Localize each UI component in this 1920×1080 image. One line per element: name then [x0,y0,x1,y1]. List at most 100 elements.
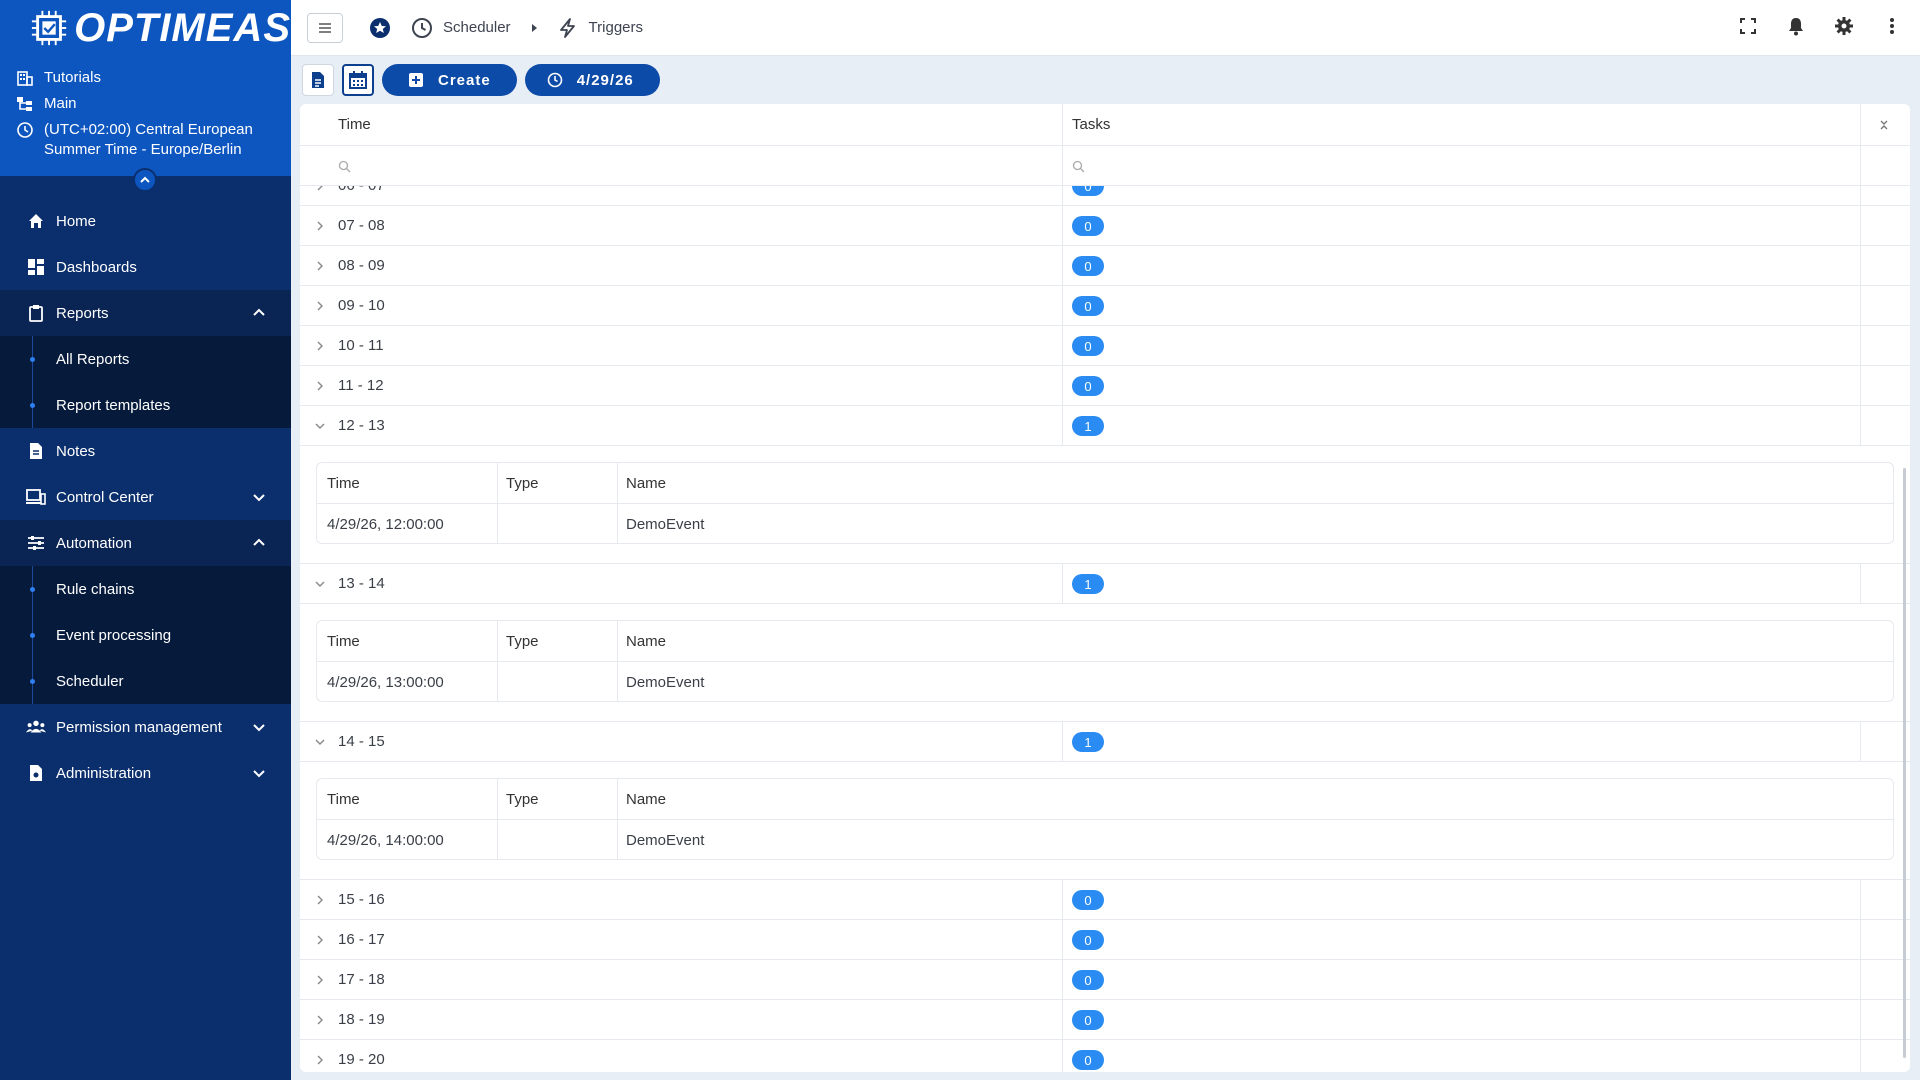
list-view-button[interactable] [302,64,334,96]
detail-name: DemoEvent [626,516,705,533]
column-divider [617,820,618,860]
sidebar-item-notes[interactable]: Notes [0,428,291,474]
sliders-icon [26,533,46,553]
task-count-badge: 0 [1072,1010,1104,1030]
favorite-button[interactable] [369,17,391,39]
table-row[interactable]: 13 - 14 1 [300,564,1910,604]
chevron-down-icon[interactable] [312,576,328,592]
sidebar-item-label: Automation [56,534,132,552]
chevron-right-icon[interactable] [312,338,328,354]
chevron-right-icon[interactable] [312,218,328,234]
sidebar-item-administration[interactable]: Administration [0,750,291,796]
column-divider [497,504,498,544]
detail-header: Time Type Name [317,463,1893,504]
table-row[interactable]: 12 - 13 1 [300,406,1910,446]
table-row[interactable]: 11 - 12 0 [300,366,1910,406]
sidebar-item-label: Rule chains [56,580,135,598]
chevron-down-icon[interactable] [312,734,328,750]
column-divider [617,779,618,819]
breadcrumb-scheduler[interactable]: Scheduler [411,17,511,39]
column-divider [497,820,498,860]
table-row[interactable]: 10 - 11 0 [300,326,1910,366]
column-divider [1062,326,1063,365]
chevron-right-icon[interactable] [312,972,328,988]
chevron-right-icon[interactable] [312,298,328,314]
table-row[interactable]: 19 - 20 0 [300,1040,1910,1072]
search-icon [1072,160,1085,173]
collapse-header-button[interactable] [133,168,157,192]
logo-text: OPTIMEAS [74,5,291,50]
tutorials-link[interactable]: Tutorials [0,68,291,88]
chevron-right-icon[interactable] [312,258,328,274]
main-link[interactable]: Main [0,94,291,114]
date-picker-button[interactable]: 4/29/26 [524,64,660,96]
logo[interactable]: OPTIMEAS [0,0,291,56]
detail-table: Time Type Name 4/29/26, 14:00:00 DemoEvent [316,778,1894,860]
detail-row[interactable]: 4/29/26, 13:00:00 DemoEvent [317,662,1893,702]
table-row[interactable]: 07 - 08 0 [300,206,1910,246]
time-range-label: 14 - 15 [338,733,385,750]
chevron-down-icon[interactable] [312,418,328,434]
sidebar-item-label: Report templates [56,396,171,414]
sidebar-item-all-reports[interactable]: All Reports [0,336,291,382]
table-row[interactable]: 14 - 15 1 [300,722,1910,762]
calendar-view-button[interactable] [342,64,374,96]
table-row[interactable]: 17 - 18 0 [300,960,1910,1000]
chevron-right-icon[interactable] [312,1052,328,1068]
column-divider [1062,1040,1063,1072]
sidebar-item-automation[interactable]: Automation [0,520,291,566]
admin-document-icon [26,763,46,783]
sidebar-item-label: Control Center [56,488,154,506]
column-divider [1860,564,1861,603]
sidebar-item-dashboards[interactable]: Dashboards [0,244,291,290]
chevron-right-icon[interactable] [312,186,328,194]
bell-icon [1789,18,1803,36]
sidebar-item-label: All Reports [56,350,130,368]
breadcrumb-triggers[interactable]: Triggers [557,17,643,39]
detail-row[interactable]: 4/29/26, 14:00:00 DemoEvent [317,820,1893,860]
chevron-right-icon[interactable] [312,932,328,948]
chevron-right-icon[interactable] [312,1012,328,1028]
sidebar-item-label: Permission management [56,718,222,736]
sidebar-item-event-processing[interactable]: Event processing [0,612,291,658]
chevron-up-icon [253,308,265,316]
create-button[interactable]: Create [382,64,517,96]
table-row[interactable]: 15 - 16 0 [300,880,1910,920]
time-range-label: 09 - 10 [338,297,385,314]
table-row[interactable]: 06 - 07 0 [300,186,1910,205]
column-divider [1860,1040,1861,1072]
detail-row[interactable]: 4/29/26, 12:00:00 DemoEvent [317,504,1893,544]
column-header-tasks[interactable]: Tasks [1072,116,1110,133]
chevron-right-icon[interactable] [312,378,328,394]
building-icon [17,71,33,86]
collapse-all-icon[interactable] [1878,118,1890,132]
timezone-info[interactable]: (UTC+02:00) Central European Summer Time… [0,120,291,160]
sidebar-item-control-center[interactable]: Control Center [0,474,291,520]
table-row[interactable]: 08 - 09 0 [300,246,1910,286]
sidebar-item-report-templates[interactable]: Report templates [0,382,291,428]
chevron-right-icon[interactable] [312,892,328,908]
expanded-detail: Time Type Name 4/29/26, 12:00:00 DemoEvent [300,446,1910,564]
time-range-label: 07 - 08 [338,217,385,234]
table-row[interactable]: 18 - 19 0 [300,1000,1910,1040]
devices-icon [26,487,46,507]
sidebar-item-reports[interactable]: Reports [0,290,291,336]
settings-button[interactable] [1832,14,1856,38]
sidebar-item-home[interactable]: Home [0,198,291,244]
fullscreen-button[interactable] [1736,14,1760,38]
sidebar-item-permission-management[interactable]: Permission management [0,704,291,750]
sidebar-item-rule-chains[interactable]: Rule chains [0,566,291,612]
column-divider [1860,880,1861,919]
table-row[interactable]: 16 - 17 0 [300,920,1910,960]
more-options-button[interactable] [1880,14,1904,38]
column-divider [1062,366,1063,405]
star-icon [370,17,390,38]
menu-toggle-button[interactable] [307,12,343,43]
vertical-scrollbar[interactable] [1903,468,1906,1058]
search-icon [338,160,351,173]
notifications-button[interactable] [1784,14,1808,38]
sidebar-item-scheduler[interactable]: Scheduler [0,658,291,704]
column-header-time[interactable]: Time [338,116,371,133]
table-row[interactable]: 09 - 10 0 [300,286,1910,326]
column-divider [1062,406,1063,445]
